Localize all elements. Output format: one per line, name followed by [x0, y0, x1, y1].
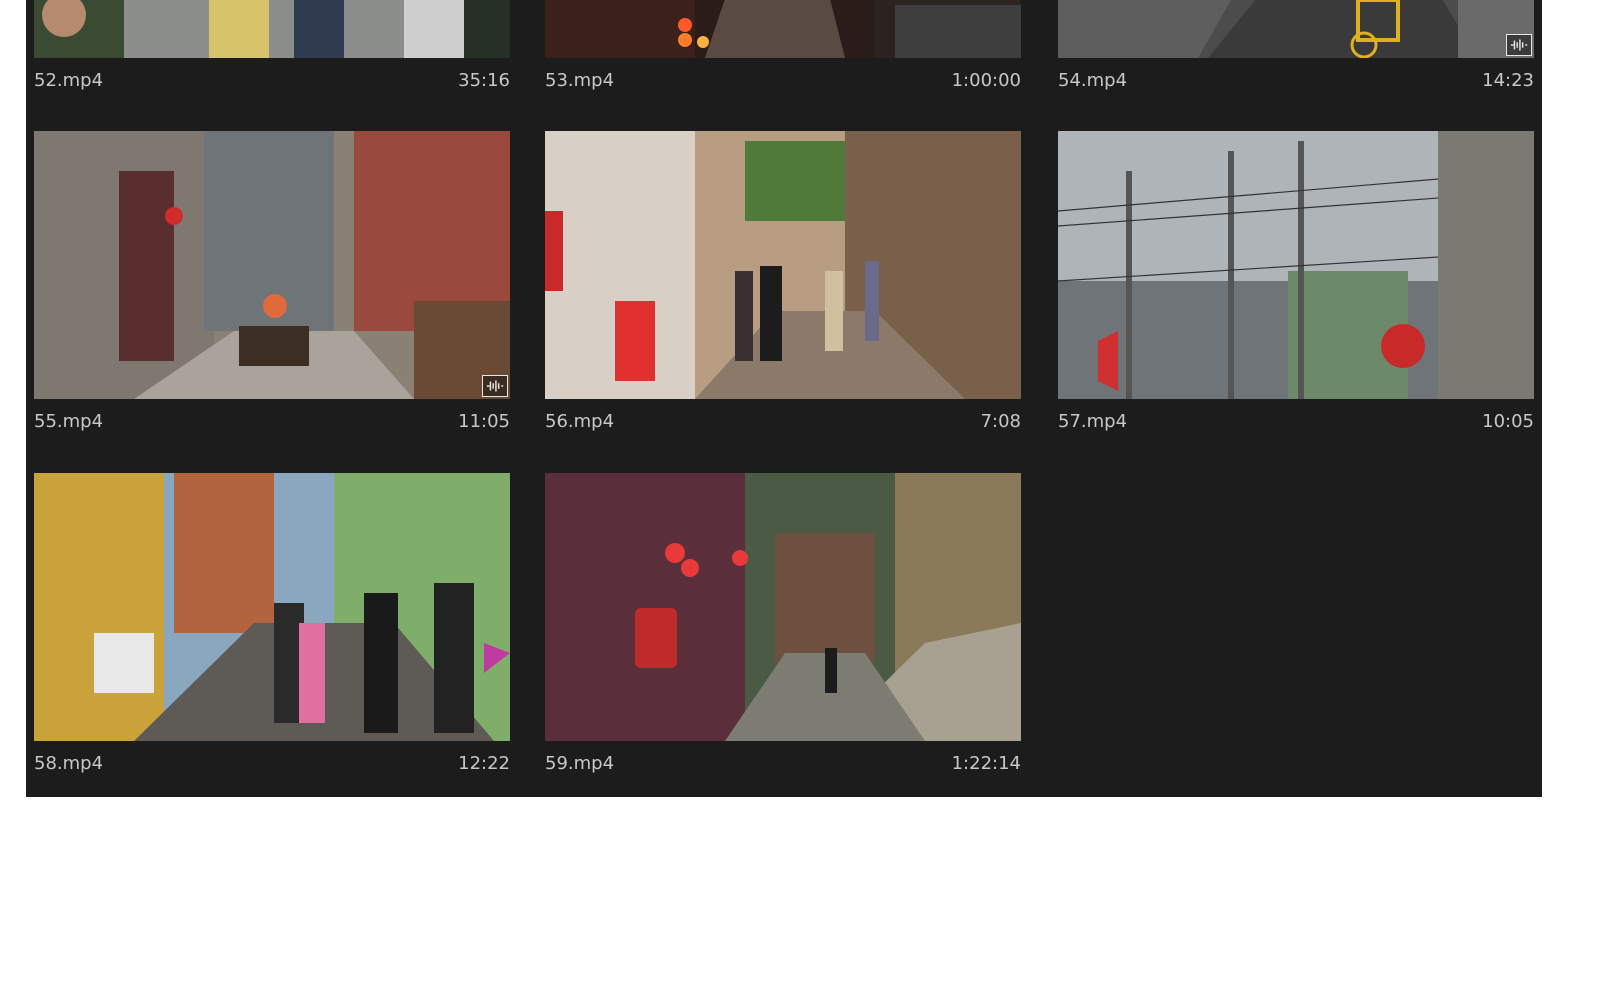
clip-duration: 12:22	[458, 753, 510, 774]
clip-tile-53[interactable]: 53.mp4 1:00:00	[545, 0, 1021, 100]
clip-tile-56[interactable]: 56.mp4 7:08	[545, 131, 1021, 441]
waveform-icon	[1506, 34, 1532, 56]
clip-duration: 14:23	[1482, 70, 1534, 91]
clip-filename: 59.mp4	[545, 753, 615, 774]
clip-filename: 58.mp4	[34, 753, 104, 774]
clip-duration: 10:05	[1482, 411, 1534, 432]
clip-thumbnail[interactable]	[34, 0, 510, 58]
clip-duration: 1:00:00	[951, 70, 1021, 91]
clip-thumbnail[interactable]	[545, 131, 1021, 399]
clip-duration: 35:16	[458, 70, 510, 91]
clip-filename: 54.mp4	[1058, 70, 1128, 91]
clip-duration: 7:08	[980, 411, 1021, 432]
waveform-icon	[482, 375, 508, 397]
clip-thumbnail[interactable]	[1058, 131, 1534, 399]
clip-duration: 11:05	[458, 411, 510, 432]
clip-thumbnail[interactable]	[545, 473, 1021, 741]
clip-filename: 52.mp4	[34, 70, 104, 91]
clip-tile-52[interactable]: 52.mp4 35:16	[34, 0, 510, 100]
clip-filename: 57.mp4	[1058, 411, 1128, 432]
clip-thumbnail[interactable]	[34, 473, 510, 741]
clip-thumbnail[interactable]	[545, 0, 1021, 58]
clip-tile-57[interactable]: 57.mp4 10:05	[1058, 131, 1534, 441]
clip-filename: 55.mp4	[34, 411, 104, 432]
clip-filename: 56.mp4	[545, 411, 615, 432]
clip-thumbnail[interactable]	[1058, 0, 1534, 58]
clip-tile-55[interactable]: 55.mp4 11:05	[34, 131, 510, 441]
clip-duration: 1:22:14	[951, 753, 1021, 774]
clip-filename: 53.mp4	[545, 70, 615, 91]
clip-tile-54[interactable]: 54.mp4 14:23	[1058, 0, 1534, 100]
media-bin-panel: 52.mp4 35:16 53.mp4 1:00:00 54.mp4 14:23…	[26, 0, 1542, 797]
clip-tile-59[interactable]: 59.mp4 1:22:14	[545, 473, 1021, 783]
clip-thumbnail[interactable]	[34, 131, 510, 399]
clip-tile-58[interactable]: 58.mp4 12:22	[34, 473, 510, 783]
